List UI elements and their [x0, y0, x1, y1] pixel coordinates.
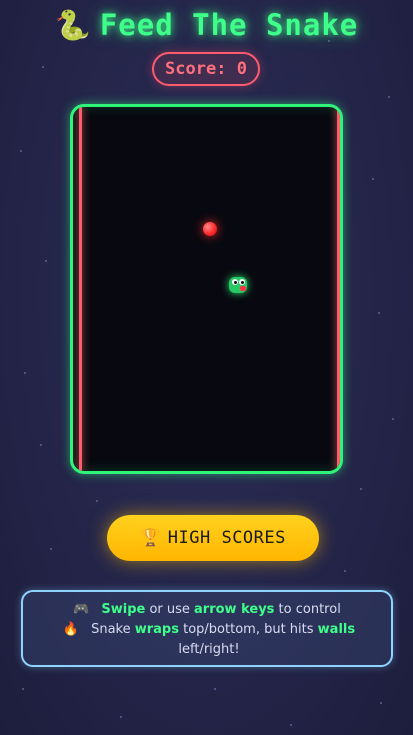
text-or-use: or use — [145, 602, 195, 617]
left-wall — [79, 107, 82, 471]
hl-swipe: Swipe — [101, 602, 146, 617]
food-apple — [203, 222, 217, 236]
hl-wraps: wraps — [134, 622, 179, 637]
text-to-control: to control — [274, 602, 341, 617]
text-top-bottom: top/bottom, but hits — [178, 622, 318, 637]
snake-eye-right — [239, 279, 245, 285]
trophy-icon: 🏆 — [140, 528, 162, 548]
fire-icon: 🔥 — [62, 622, 80, 637]
snake-tongue — [240, 286, 246, 291]
text-snake: Snake — [91, 622, 135, 637]
right-wall — [337, 107, 340, 471]
gamepad-icon: 🎮 — [73, 602, 90, 617]
game-board[interactable] — [70, 104, 343, 474]
page-title: 🐍 Feed The Snake — [0, 8, 413, 43]
hl-arrow-keys: arrow keys — [194, 602, 275, 617]
snake-icon: 🐍 — [54, 8, 92, 42]
title-text: Feed The Snake — [99, 8, 359, 42]
text-left-right: left/right! — [178, 642, 240, 657]
instruction-controls: 🎮 Swipe or use arrow keys to control — [23, 600, 391, 620]
high-scores-label: HIGH SCORES — [167, 528, 286, 548]
snake-eye-left — [232, 279, 238, 285]
instruction-walls: 🔥 Snake wraps top/bottom, but hits walls … — [23, 620, 391, 660]
score-badge: Score: 0 — [152, 52, 260, 86]
snake-head — [229, 277, 247, 293]
instructions-panel: 🎮 Swipe or use arrow keys to control 🔥 Sna… — [21, 590, 393, 667]
high-scores-button[interactable]: 🏆 HIGH SCORES — [107, 515, 319, 561]
hl-walls: walls — [317, 622, 356, 637]
